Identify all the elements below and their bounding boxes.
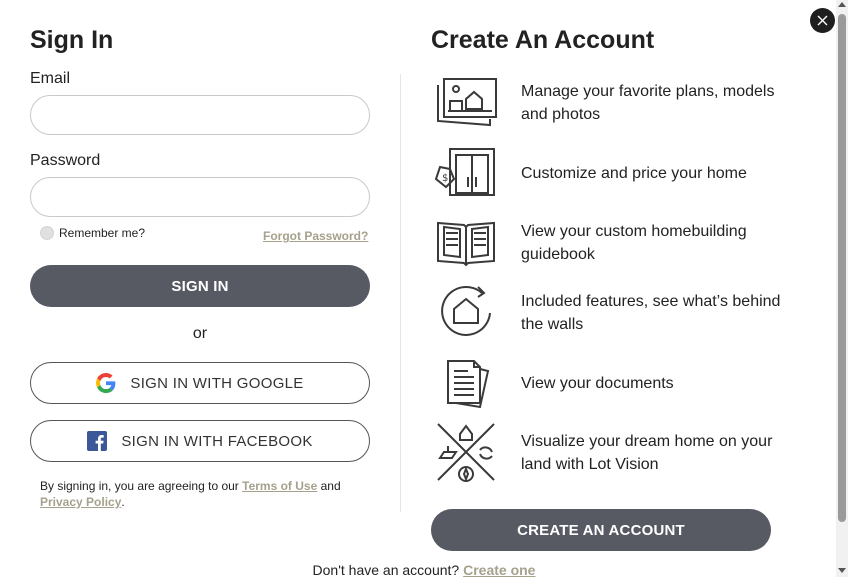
google-sign-in-button[interactable]: SIGN IN WITH GOOGLE — [30, 362, 370, 404]
svg-text:$: $ — [442, 173, 448, 184]
documents-icon — [431, 352, 501, 414]
password-label: Password — [30, 152, 101, 169]
photos-icon — [431, 72, 501, 134]
feature-item: Manage your favorite plans, models and p… — [431, 72, 791, 134]
forgot-password-link[interactable]: Forgot Password? — [263, 229, 368, 243]
close-button[interactable] — [810, 8, 835, 33]
facebook-sign-in-label: SIGN IN WITH FACEBOOK — [121, 432, 313, 450]
terms-suffix: . — [121, 495, 125, 509]
remember-me-option[interactable]: Remember me? — [40, 226, 145, 240]
remember-me-radio[interactable] — [40, 226, 54, 240]
feature-text: Customize and price your home — [521, 164, 747, 182]
feature-item: Visualize your dream home on your land w… — [431, 422, 791, 484]
feature-text: View your documents — [521, 374, 674, 392]
sign-in-modal: Sign In Email Password Remember me? Forg… — [0, 0, 848, 577]
terms-prefix: By signing in, you are agreeing to our — [40, 479, 243, 493]
feature-text: Visualize your dream home on your land w… — [521, 433, 773, 473]
feature-item: Included features, see what’s behind the… — [431, 282, 791, 344]
sign-in-title: Sign In — [30, 26, 114, 54]
feature-text: Included features, see what’s behind the… — [521, 293, 781, 333]
house-rotate-icon — [431, 282, 501, 344]
terms-and: and — [317, 479, 341, 493]
column-divider — [400, 74, 401, 512]
password-field[interactable] — [30, 177, 370, 217]
scroll-down-icon[interactable] — [838, 567, 846, 575]
guidebook-icon — [431, 212, 501, 274]
create-one-link[interactable]: Create one — [463, 562, 535, 577]
feature-item: $ Customize and price your home — [431, 142, 791, 204]
feature-item: View your documents — [431, 352, 791, 414]
footer-prompt: Don't have an account? — [312, 562, 464, 577]
scrollbar[interactable] — [836, 0, 848, 577]
google-sign-in-label: SIGN IN WITH GOOGLE — [130, 374, 304, 392]
feature-text: View your custom homebuilding guidebook — [521, 223, 747, 263]
terms-notice: By signing in, you are agreeing to our T… — [40, 478, 360, 510]
email-label: Email — [30, 70, 71, 87]
close-icon — [817, 15, 828, 26]
sign-in-button[interactable]: SIGN IN — [30, 265, 370, 307]
facebook-sign-in-button[interactable]: SIGN IN WITH FACEBOOK — [30, 420, 370, 462]
or-separator: or — [192, 325, 208, 342]
create-account-button[interactable]: CREATE AN ACCOUNT — [431, 509, 771, 551]
remember-me-label: Remember me? — [59, 226, 146, 240]
scroll-up-icon[interactable] — [838, 0, 846, 8]
create-account-title: Create An Account — [431, 26, 655, 54]
email-field[interactable] — [30, 95, 370, 135]
feature-text: Manage your favorite plans, models and p… — [521, 83, 775, 123]
price-tag-door-icon: $ — [431, 142, 501, 204]
privacy-policy-link[interactable]: Privacy Policy — [40, 495, 121, 509]
scrollbar-thumb[interactable] — [838, 14, 846, 522]
create-account-prompt: Don't have an account? Create one — [0, 562, 848, 577]
google-icon — [96, 373, 116, 393]
lot-vision-icon — [431, 422, 501, 484]
terms-of-use-link[interactable]: Terms of Use — [242, 479, 317, 493]
facebook-icon — [87, 431, 108, 451]
feature-item: View your custom homebuilding guidebook — [431, 212, 791, 274]
